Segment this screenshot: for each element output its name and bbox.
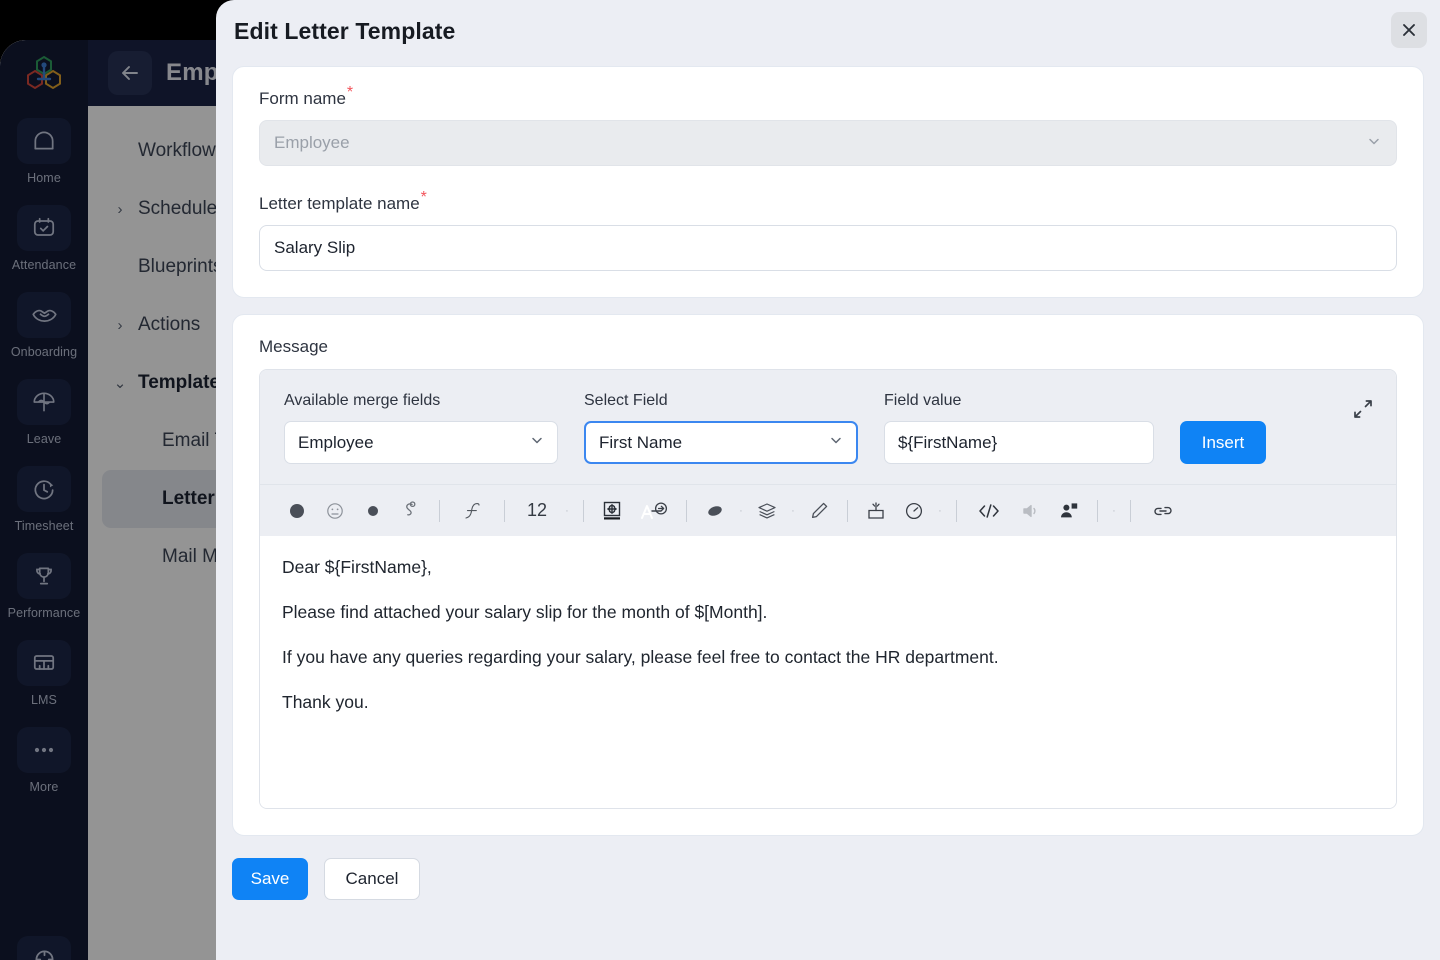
template-name-input[interactable] [259, 225, 1397, 271]
pen-icon[interactable] [800, 492, 838, 530]
form-name-label-text: Form name [259, 89, 346, 108]
message-card: Message Available merge fields Employee [232, 314, 1424, 836]
rich-text-editor: Available merge fields Employee Select F… [259, 369, 1397, 809]
text-color-icon[interactable] [278, 492, 316, 530]
cancel-button[interactable]: Cancel [324, 858, 420, 900]
layers-icon[interactable] [748, 492, 786, 530]
toolbar-separator [583, 499, 584, 522]
chevron-down-icon [828, 432, 844, 453]
message-paragraph: Please find attached your salary slip fo… [282, 602, 768, 623]
toolbar-separator [439, 499, 440, 522]
editor-toolbar: 12 · · · · · [260, 484, 1396, 536]
insert-widget-icon[interactable] [857, 492, 895, 530]
highlight-icon[interactable] [696, 492, 734, 530]
field-value-group: Field value [884, 392, 1154, 464]
font-size-value[interactable]: 12 [514, 492, 560, 530]
toolbar-dot: · [1112, 504, 1116, 517]
select-field-label: Select Field [584, 392, 668, 409]
modal-header: Edit Letter Template [216, 0, 1440, 62]
template-details-card: Form name* Employee Letter template name… [232, 66, 1424, 298]
form-name-select[interactable]: Employee [259, 120, 1397, 166]
link-icon[interactable] [1140, 492, 1186, 530]
field-value-input[interactable] [884, 421, 1154, 464]
message-paragraph: Thank you. [282, 692, 369, 713]
person-tag-icon[interactable] [1050, 492, 1088, 530]
chevron-down-icon [529, 432, 545, 453]
available-merge-fields-group: Available merge fields Employee [284, 392, 558, 464]
sound-icon[interactable] [1012, 492, 1050, 530]
save-button[interactable]: Save [232, 858, 308, 900]
template-name-label-text: Letter template name [259, 194, 420, 213]
toolbar-separator [847, 499, 848, 522]
toolbar-separator [504, 499, 505, 522]
gauge-icon[interactable] [895, 492, 933, 530]
expand-diagonal-icon[interactable] [1352, 398, 1374, 425]
toolbar-separator [956, 499, 957, 522]
available-merge-fields-value: Employee [298, 432, 374, 452]
modal-body: Form name* Employee Letter template name… [216, 62, 1440, 836]
select-field-group: Select Field First Name [584, 392, 858, 464]
eraser-icon[interactable] [392, 492, 430, 530]
available-merge-fields-label: Available merge fields [284, 392, 441, 409]
close-icon[interactable] [1391, 12, 1427, 48]
font-family-icon[interactable] [449, 492, 495, 530]
required-marker: * [420, 189, 427, 207]
toolbar-dot: · [565, 504, 569, 517]
text-transform-icon[interactable] [631, 492, 677, 530]
select-field-select[interactable]: First Name [584, 421, 858, 464]
insert-button[interactable]: Insert [1180, 421, 1266, 464]
toolbar-dot: · [791, 504, 795, 517]
template-name-label: Letter template name* [259, 190, 1397, 214]
emoji-icon[interactable] [316, 492, 354, 530]
modal-title: Edit Letter Template [234, 17, 456, 44]
form-name-value: Employee [274, 133, 350, 152]
chevron-down-icon [1366, 133, 1382, 154]
screen: Home Attendance Onboarding Leave Timeshe… [0, 0, 1440, 960]
image-resize-icon[interactable] [593, 492, 631, 530]
toolbar-dot: · [938, 504, 942, 517]
toolbar-separator [1097, 499, 1098, 522]
message-body[interactable]: Dear ${FirstName}, Please find attached … [260, 536, 1396, 808]
modal-footer: Save Cancel [216, 836, 1440, 900]
toolbar-separator [686, 499, 687, 522]
required-marker: * [346, 84, 354, 102]
edit-letter-template-modal: Edit Letter Template Form name* Employee [216, 0, 1440, 960]
source-code-icon[interactable] [966, 492, 1012, 530]
field-value-label: Field value [884, 392, 962, 409]
message-paragraph: Dear ${FirstName}, [282, 557, 432, 577]
toolbar-separator [1130, 499, 1131, 522]
select-field-value: First Name [599, 432, 683, 452]
merge-fields-bar: Available merge fields Employee Select F… [260, 370, 1396, 484]
form-name-label: Form name* [259, 85, 1397, 109]
message-label: Message [259, 337, 328, 356]
toolbar-dot: · [739, 504, 743, 517]
available-merge-fields-select[interactable]: Employee [284, 421, 558, 464]
background-color-icon[interactable] [354, 492, 392, 530]
message-paragraph: If you have any queries regarding your s… [282, 647, 999, 668]
